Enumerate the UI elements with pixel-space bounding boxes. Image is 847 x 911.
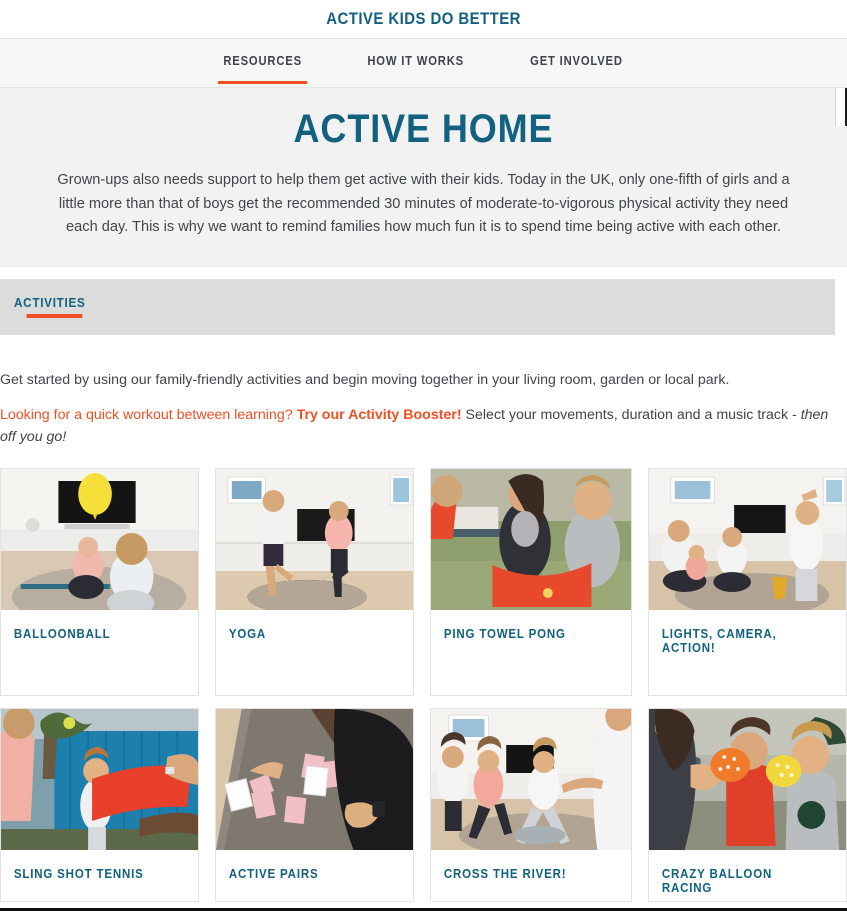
nav-item-how-it-works[interactable]: HOW IT WORKS [342,54,489,84]
nav-label: RESOURCES [223,54,302,68]
sling-shot-tennis-image [1,709,198,850]
tab-activities[interactable]: ACTIVITIES [14,294,86,318]
activity-label: ACTIVE PAIRS [228,867,319,881]
activity-card[interactable]: SLING SHOT TENNIS [0,708,199,902]
activity-card[interactable]: ACTIVE PAIRS [215,708,414,902]
cross-the-river-image [431,709,631,850]
nav-label: GET INVOLVED [530,54,624,68]
hero-description: Grown-ups also needs support to help the… [57,172,790,236]
activities-tab-strip: ACTIVITIES [0,278,835,335]
activity-label: YOGA [228,627,267,641]
activity-card[interactable]: CRAZY BALLOON RACING [648,708,847,902]
tab-label: ACTIVITIES [14,294,86,310]
nav-item-get-involved[interactable]: GET INVOLVED [505,54,648,84]
tab-active-indicator [26,313,83,318]
lights-camera-action-image [649,469,846,610]
yoga-image [216,469,413,610]
balloonball-image [1,469,198,610]
intro-question: Looking for a quick workout between lear… [0,406,293,423]
activity-card[interactable]: LIGHTS, CAMERA, ACTION! [648,468,847,696]
activity-card[interactable]: CROSS THE RIVER! [430,708,632,902]
page-root: ACTIVE KIDS DO BETTER RESOURCES HOW IT W… [0,0,847,911]
main-navigation: RESOURCES HOW IT WORKS GET INVOLVED [0,39,847,88]
intro-line-2: Looking for a quick workout between lear… [0,404,847,448]
page-scrollbar[interactable] [835,88,847,126]
activity-card[interactable]: PING TOWEL PONG [430,468,632,696]
activity-label: BALLOONBALL [13,627,111,641]
nav-item-resources[interactable]: RESOURCES [198,54,327,84]
intro-middle: Select your movements, duration and a mu… [461,406,801,423]
activity-label: SLING SHOT TENNIS [13,867,144,881]
activity-booster-link[interactable]: Try our Activity Booster [297,407,457,423]
activity-label: PING TOWEL PONG [443,627,566,641]
intro-line-1: Get started by using our family-friendly… [0,371,730,388]
hero-section: ACTIVE HOME Grown-ups also needs support… [0,88,847,267]
ping-towel-pong-image [431,469,631,610]
brand-bar: ACTIVE KIDS DO BETTER [0,0,847,39]
nav-label: HOW IT WORKS [367,54,464,68]
intro-copy: Get started by using our family-friendly… [0,335,847,448]
activity-card-grid: BALLOONBALL YOGA PING TOWEL PONG LIGHTS,… [0,468,847,902]
site-title: ACTIVE KIDS DO BETTER [326,9,521,28]
activity-label: LIGHTS, CAMERA, ACTION! [661,627,777,655]
activity-card[interactable]: BALLOONBALL [0,468,199,696]
section-gap [0,266,847,279]
crazy-balloon-racing-image [649,709,846,850]
activity-card[interactable]: YOGA [215,468,414,696]
page-title: ACTIVE HOME [293,107,554,151]
active-pairs-image [216,709,413,850]
activity-label: CRAZY BALLOON RACING [661,867,773,895]
activity-label: CROSS THE RIVER! [443,867,567,881]
